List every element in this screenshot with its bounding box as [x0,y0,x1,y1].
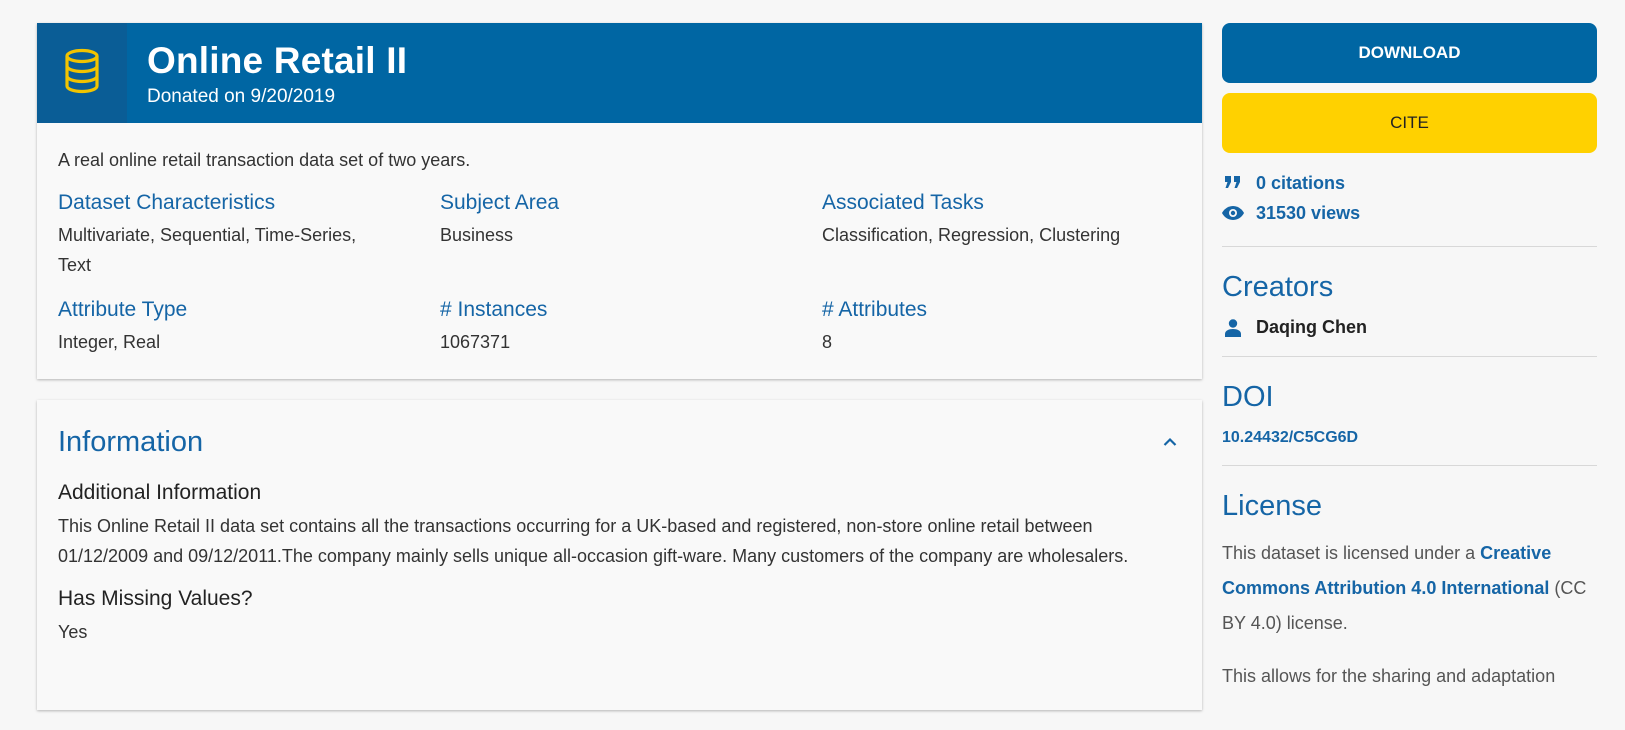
characteristic-value: Business [440,225,514,245]
main-column: Online Retail II Donated on 9/20/2019 A … [37,23,1202,710]
cite-button[interactable]: CITE [1222,93,1597,153]
divider [1222,356,1597,357]
additional-info-text: This Online Retail II data set contains … [58,516,1129,566]
license-more-text: This allows for the sharing and adaptati… [1222,666,1556,686]
characteristic-label: Associated Tasks [822,191,984,214]
chevron-up-icon[interactable] [1159,431,1181,453]
header-icon-box [37,23,127,123]
database-icon [62,48,102,99]
doi-link[interactable]: 10.24432/C5CG6D [1222,429,1358,447]
information-card: Information Additional Information This … [37,400,1202,710]
characteristic-value: Integer, Real [58,332,161,352]
characteristic-item: # Attributes 8 [822,296,1181,357]
characteristic-label: Attribute Type [58,298,188,321]
characteristic-value: Multivariate, Sequential, Time-Series, T… [58,225,357,275]
characteristic-item: Attribute Type Integer, Real [58,296,440,357]
characteristic-value: Classification, Regression, Clustering [822,225,1121,245]
characteristic-item: Dataset Characteristics Multivariate, Se… [58,189,440,280]
characteristic-label: # Instances [440,298,548,321]
doi-section: DOI 10.24432/C5CG6D [1222,379,1597,447]
missing-values-heading: Has Missing Values? [58,587,253,610]
person-icon [1222,318,1244,337]
characteristic-item: # Instances 1067371 [440,296,822,357]
license-title: License [1222,490,1322,522]
dataset-title: Online Retail II [147,40,408,81]
characteristics-grid: Dataset Characteristics Multivariate, Se… [58,189,1181,357]
characteristic-item: Subject Area Business [440,189,822,280]
characteristic-value: 1067371 [440,332,511,352]
doi-title: DOI [1222,381,1274,413]
characteristic-label: Dataset Characteristics [58,191,276,214]
dataset-page: Online Retail II Donated on 9/20/2019 A … [0,0,1625,730]
creators-title: Creators [1222,271,1334,303]
citations-stat[interactable]: 0 citations [1222,168,1597,198]
license-text-pre: This dataset is licensed under a [1222,543,1481,563]
download-button[interactable]: DOWNLOAD [1222,23,1597,83]
characteristic-label: Subject Area [440,191,560,214]
additional-info-heading: Additional Information [58,481,262,504]
header-text: Online Retail II Donated on 9/20/2019 [127,23,407,123]
characteristic-label: # Attributes [822,298,928,321]
information-title: Information [58,426,204,458]
creator-name: Daqing Chen [1256,317,1367,337]
creator-item: Daqing Chen [1222,317,1597,338]
eye-icon [1222,206,1244,220]
views-stat: 31530 views [1222,198,1597,228]
donated-date: Donated on 9/20/2019 [147,86,336,107]
dataset-summary-card: Online Retail II Donated on 9/20/2019 A … [37,23,1202,379]
divider [1222,465,1597,466]
summary-body: A real online retail transaction data se… [37,123,1202,379]
dataset-abstract: A real online retail transaction data se… [58,150,471,170]
citations-count: 0 citations [1256,172,1346,193]
sidebar: DOWNLOAD CITE 0 citations 31530 views Cr… [1222,23,1597,691]
divider [1222,246,1597,247]
creators-section: Creators Daqing Chen [1222,269,1597,338]
dataset-header: Online Retail II Donated on 9/20/2019 [37,23,1202,123]
information-header[interactable]: Information [58,422,1181,462]
views-count: 31530 views [1256,202,1361,223]
license-section: License This dataset is licensed under a… [1222,488,1597,691]
quote-icon [1222,176,1244,190]
missing-values-value: Yes [58,622,88,642]
characteristic-item: Associated Tasks Classification, Regress… [822,189,1181,280]
stats: 0 citations 31530 views [1222,168,1597,228]
license-text: This dataset is licensed under a Creativ… [1222,536,1597,641]
characteristic-value: 8 [822,332,833,352]
